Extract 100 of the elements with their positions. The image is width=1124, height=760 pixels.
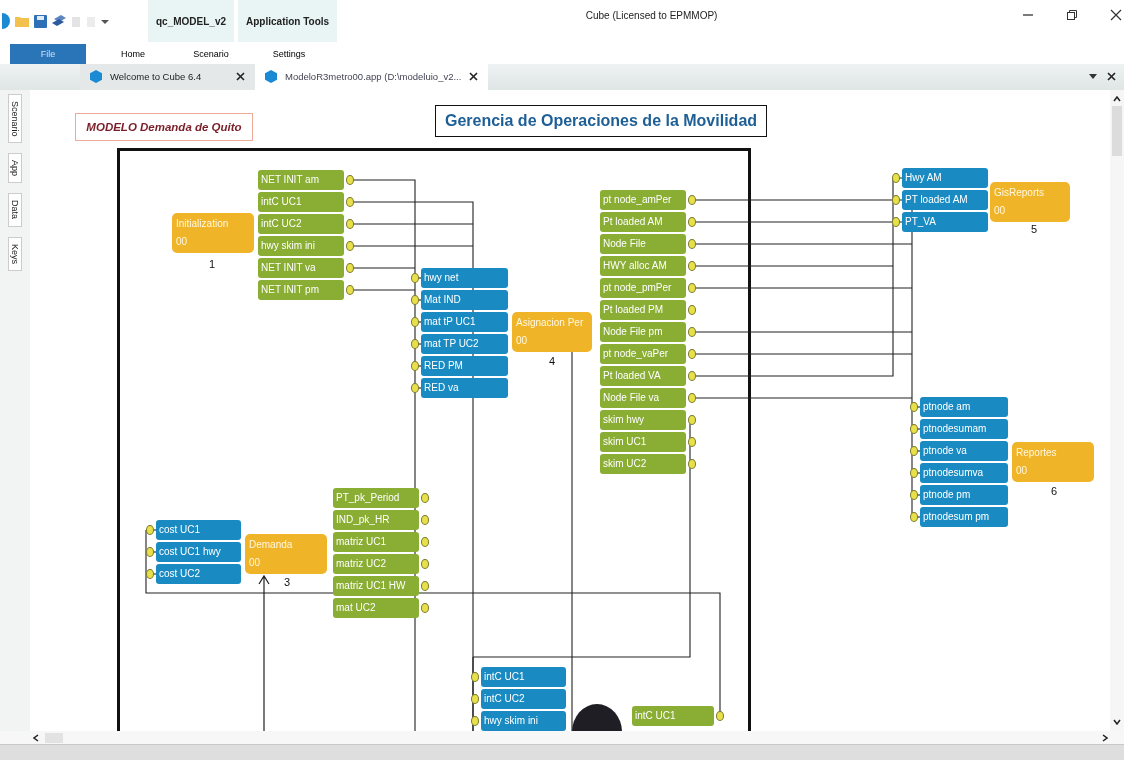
port-icon xyxy=(688,326,696,337)
ribbon-tab[interactable]: File xyxy=(10,43,86,64)
port-icon xyxy=(688,370,696,381)
data-node: PT loaded AM xyxy=(902,189,988,210)
port-icon xyxy=(910,423,918,434)
close-icon[interactable] xyxy=(469,72,479,82)
port-icon xyxy=(910,467,918,478)
close-icon[interactable] xyxy=(1107,72,1116,82)
port-icon xyxy=(910,489,918,500)
data-node: ptnode pm xyxy=(920,484,1008,505)
data-node: cost UC2 xyxy=(156,563,241,584)
ribbon-tab[interactable]: Home xyxy=(94,43,172,64)
data-node: Pt loaded VA xyxy=(600,365,686,386)
data-node: RED PM xyxy=(421,355,508,376)
program-name: Demanda xyxy=(249,539,294,551)
program-name: Asignacion Per xyxy=(516,317,585,329)
cube-logo-icon xyxy=(90,70,102,84)
port-icon xyxy=(411,294,419,305)
model-label: MODELO Demanda de Quito xyxy=(75,112,253,141)
save-icon[interactable] xyxy=(34,14,47,28)
data-node: ptnode va xyxy=(920,440,1008,461)
port-icon xyxy=(421,602,429,613)
data-node: ptnodesumva xyxy=(920,462,1008,483)
data-node: Pt loaded AM xyxy=(600,211,686,232)
data-node: intC UC1 xyxy=(258,191,344,212)
data-node: skim UC1 xyxy=(600,431,686,452)
tab-label: Welcome to Cube 6.4 xyxy=(110,71,203,83)
data-node: IND_pk_HR xyxy=(333,509,419,530)
port-icon xyxy=(346,174,354,185)
data-node: NET INIT am xyxy=(258,169,344,190)
port-icon xyxy=(346,196,354,207)
data-node: NET INIT pm xyxy=(258,279,344,300)
data-node: pt node_pmPer xyxy=(600,277,686,298)
port-icon xyxy=(146,568,154,579)
scroll-thumb[interactable] xyxy=(45,732,63,743)
data-node: ptnodesum pm xyxy=(920,506,1008,527)
program-number: 1 xyxy=(209,257,216,270)
port-icon xyxy=(471,693,479,704)
data-node: RED va xyxy=(421,377,508,398)
port-icon xyxy=(688,436,696,447)
data-node: Pt loaded PM xyxy=(600,299,686,320)
side-tab[interactable]: App xyxy=(8,153,22,184)
port-icon xyxy=(411,272,419,283)
restore-icon[interactable] xyxy=(1066,9,1078,21)
port-icon xyxy=(892,172,900,183)
port-icon xyxy=(421,558,429,569)
scroll-left-icon[interactable] xyxy=(33,733,39,742)
data-node: cost UC1 hwy xyxy=(156,541,241,562)
dropdown-icon[interactable] xyxy=(101,17,109,25)
data-node: HWY alloc AM xyxy=(600,255,686,276)
port-icon xyxy=(146,524,154,535)
document-tab[interactable]: ModeloR3metro00.app (D:\modeluio_v2... xyxy=(255,63,489,90)
program-name: Initialization xyxy=(176,218,230,230)
port-icon xyxy=(688,194,696,205)
scroll-thumb[interactable] xyxy=(1112,105,1122,156)
vertical-scrollbar[interactable] xyxy=(1110,89,1124,732)
port-icon xyxy=(688,414,696,425)
data-node: ptnode am xyxy=(920,396,1008,417)
data-node: hwy net xyxy=(421,267,508,288)
ribbon-tab[interactable]: Scenario xyxy=(172,43,250,64)
program-code: 00 xyxy=(516,335,529,347)
semicircle-shape xyxy=(572,704,622,732)
side-tab[interactable]: Data xyxy=(8,193,22,227)
close-icon[interactable] xyxy=(1110,9,1122,21)
port-icon xyxy=(411,316,419,327)
port-icon xyxy=(421,514,429,525)
port-icon xyxy=(892,194,900,205)
scroll-up-icon[interactable] xyxy=(1113,95,1121,102)
data-node: PT_pk_Period xyxy=(333,487,419,508)
scroll-right-icon[interactable] xyxy=(1102,733,1108,742)
port-icon xyxy=(688,238,696,249)
program-code: 00 xyxy=(1016,465,1029,477)
layers-icon[interactable] xyxy=(52,14,66,28)
program-number: 6 xyxy=(1051,484,1058,497)
program-number: 4 xyxy=(549,354,556,367)
program-number: 5 xyxy=(1031,222,1038,235)
port-icon xyxy=(910,401,918,412)
document-tab[interactable]: Welcome to Cube 6.4 xyxy=(80,63,255,90)
port-icon xyxy=(346,262,354,273)
side-tab[interactable]: Keys xyxy=(8,236,22,271)
scroll-down-icon[interactable] xyxy=(1113,719,1121,726)
context-tab[interactable]: qc_MODEL_v2 xyxy=(148,0,235,42)
side-tab[interactable]: Scenario xyxy=(8,93,22,144)
port-icon xyxy=(716,710,724,721)
port-icon xyxy=(471,671,479,682)
ribbon-tab[interactable]: Settings xyxy=(250,43,328,64)
horizontal-scrollbar[interactable] xyxy=(0,731,1124,745)
port-icon xyxy=(346,284,354,295)
window-title: Cube (Licensed to EPMMOP) xyxy=(584,9,719,23)
data-node: intC UC1 xyxy=(632,705,714,726)
port-icon xyxy=(688,260,696,271)
context-tab[interactable]: Application Tools xyxy=(238,0,338,42)
port-icon xyxy=(421,536,429,547)
data-node: hwy skim ini xyxy=(258,235,344,256)
program-number: 3 xyxy=(284,575,291,588)
dropdown-icon[interactable] xyxy=(1089,73,1097,80)
data-node: intC UC2 xyxy=(258,213,344,234)
program-code: 00 xyxy=(176,236,189,248)
close-icon[interactable] xyxy=(236,72,245,82)
data-node: pt node_amPer xyxy=(600,189,686,210)
